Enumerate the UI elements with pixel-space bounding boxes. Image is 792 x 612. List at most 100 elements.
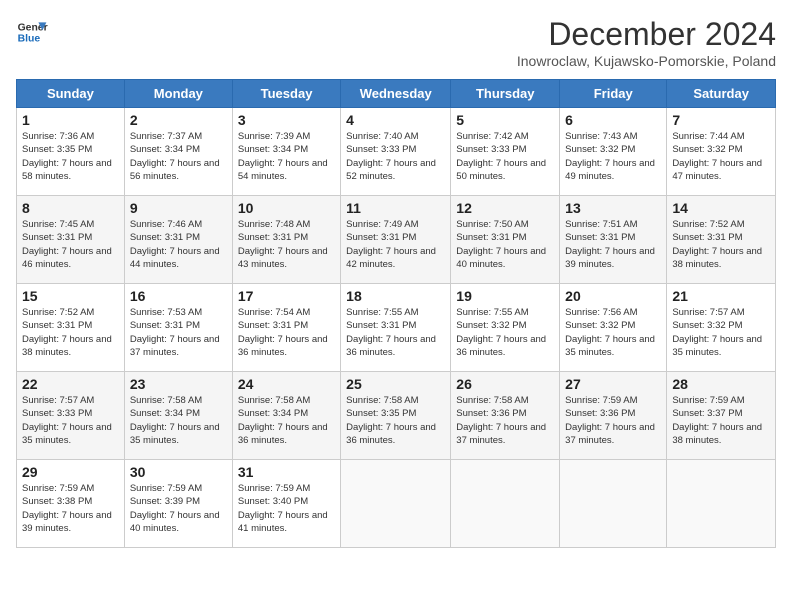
day-info: Sunrise: 7:52 AM Sunset: 3:31 PM Dayligh…	[22, 306, 119, 359]
day-info: Sunrise: 7:49 AM Sunset: 3:31 PM Dayligh…	[346, 218, 445, 271]
calendar-day: 27 Sunrise: 7:59 AM Sunset: 3:36 PM Dayl…	[560, 372, 667, 460]
day-number: 17	[238, 288, 335, 304]
day-info: Sunrise: 7:42 AM Sunset: 3:33 PM Dayligh…	[456, 130, 554, 183]
day-info: Sunrise: 7:44 AM Sunset: 3:32 PM Dayligh…	[672, 130, 770, 183]
day-number: 6	[565, 112, 661, 128]
col-sunday: Sunday	[17, 80, 125, 108]
day-info: Sunrise: 7:51 AM Sunset: 3:31 PM Dayligh…	[565, 218, 661, 271]
day-number: 20	[565, 288, 661, 304]
day-number: 27	[565, 376, 661, 392]
day-info: Sunrise: 7:59 AM Sunset: 3:37 PM Dayligh…	[672, 394, 770, 447]
day-number: 18	[346, 288, 445, 304]
col-wednesday: Wednesday	[341, 80, 451, 108]
calendar-empty-cell	[341, 460, 451, 548]
calendar-day: 24 Sunrise: 7:58 AM Sunset: 3:34 PM Dayl…	[232, 372, 340, 460]
calendar-day: 23 Sunrise: 7:58 AM Sunset: 3:34 PM Dayl…	[124, 372, 232, 460]
day-info: Sunrise: 7:59 AM Sunset: 3:40 PM Dayligh…	[238, 482, 335, 535]
day-number: 2	[130, 112, 227, 128]
day-info: Sunrise: 7:40 AM Sunset: 3:33 PM Dayligh…	[346, 130, 445, 183]
day-info: Sunrise: 7:58 AM Sunset: 3:35 PM Dayligh…	[346, 394, 445, 447]
day-number: 19	[456, 288, 554, 304]
day-number: 12	[456, 200, 554, 216]
day-number: 24	[238, 376, 335, 392]
month-title: December 2024	[517, 16, 776, 53]
calendar-day: 29 Sunrise: 7:59 AM Sunset: 3:38 PM Dayl…	[17, 460, 125, 548]
day-number: 1	[22, 112, 119, 128]
day-number: 11	[346, 200, 445, 216]
day-number: 14	[672, 200, 770, 216]
calendar-day: 16 Sunrise: 7:53 AM Sunset: 3:31 PM Dayl…	[124, 284, 232, 372]
day-info: Sunrise: 7:37 AM Sunset: 3:34 PM Dayligh…	[130, 130, 227, 183]
calendar-day: 6 Sunrise: 7:43 AM Sunset: 3:32 PM Dayli…	[560, 108, 667, 196]
calendar-day: 7 Sunrise: 7:44 AM Sunset: 3:32 PM Dayli…	[667, 108, 776, 196]
calendar-week-row: 15 Sunrise: 7:52 AM Sunset: 3:31 PM Dayl…	[17, 284, 776, 372]
day-number: 15	[22, 288, 119, 304]
calendar-week-row: 8 Sunrise: 7:45 AM Sunset: 3:31 PM Dayli…	[17, 196, 776, 284]
day-number: 29	[22, 464, 119, 480]
day-number: 9	[130, 200, 227, 216]
day-info: Sunrise: 7:58 AM Sunset: 3:36 PM Dayligh…	[456, 394, 554, 447]
calendar-day: 28 Sunrise: 7:59 AM Sunset: 3:37 PM Dayl…	[667, 372, 776, 460]
day-number: 10	[238, 200, 335, 216]
calendar-header-row: Sunday Monday Tuesday Wednesday Thursday…	[17, 80, 776, 108]
day-info: Sunrise: 7:57 AM Sunset: 3:33 PM Dayligh…	[22, 394, 119, 447]
location-subtitle: Inowroclaw, Kujawsko-Pomorskie, Poland	[517, 53, 776, 69]
calendar-day: 13 Sunrise: 7:51 AM Sunset: 3:31 PM Dayl…	[560, 196, 667, 284]
calendar-day: 21 Sunrise: 7:57 AM Sunset: 3:32 PM Dayl…	[667, 284, 776, 372]
title-area: December 2024 Inowroclaw, Kujawsko-Pomor…	[517, 16, 776, 69]
calendar-week-row: 29 Sunrise: 7:59 AM Sunset: 3:38 PM Dayl…	[17, 460, 776, 548]
day-info: Sunrise: 7:58 AM Sunset: 3:34 PM Dayligh…	[238, 394, 335, 447]
calendar-day: 8 Sunrise: 7:45 AM Sunset: 3:31 PM Dayli…	[17, 196, 125, 284]
logo-icon: General Blue	[16, 16, 48, 48]
day-info: Sunrise: 7:54 AM Sunset: 3:31 PM Dayligh…	[238, 306, 335, 359]
day-info: Sunrise: 7:56 AM Sunset: 3:32 PM Dayligh…	[565, 306, 661, 359]
calendar-week-row: 22 Sunrise: 7:57 AM Sunset: 3:33 PM Dayl…	[17, 372, 776, 460]
col-monday: Monday	[124, 80, 232, 108]
day-info: Sunrise: 7:57 AM Sunset: 3:32 PM Dayligh…	[672, 306, 770, 359]
calendar-day: 11 Sunrise: 7:49 AM Sunset: 3:31 PM Dayl…	[341, 196, 451, 284]
calendar-day: 14 Sunrise: 7:52 AM Sunset: 3:31 PM Dayl…	[667, 196, 776, 284]
calendar-day: 3 Sunrise: 7:39 AM Sunset: 3:34 PM Dayli…	[232, 108, 340, 196]
day-info: Sunrise: 7:53 AM Sunset: 3:31 PM Dayligh…	[130, 306, 227, 359]
day-info: Sunrise: 7:52 AM Sunset: 3:31 PM Dayligh…	[672, 218, 770, 271]
calendar-day: 20 Sunrise: 7:56 AM Sunset: 3:32 PM Dayl…	[560, 284, 667, 372]
day-number: 4	[346, 112, 445, 128]
calendar-empty-cell	[560, 460, 667, 548]
logo: General Blue	[16, 16, 48, 48]
day-info: Sunrise: 7:39 AM Sunset: 3:34 PM Dayligh…	[238, 130, 335, 183]
calendar-empty-cell	[451, 460, 560, 548]
day-number: 21	[672, 288, 770, 304]
calendar-week-row: 1 Sunrise: 7:36 AM Sunset: 3:35 PM Dayli…	[17, 108, 776, 196]
calendar-day: 25 Sunrise: 7:58 AM Sunset: 3:35 PM Dayl…	[341, 372, 451, 460]
day-number: 8	[22, 200, 119, 216]
day-info: Sunrise: 7:55 AM Sunset: 3:32 PM Dayligh…	[456, 306, 554, 359]
calendar-day: 12 Sunrise: 7:50 AM Sunset: 3:31 PM Dayl…	[451, 196, 560, 284]
calendar-day: 15 Sunrise: 7:52 AM Sunset: 3:31 PM Dayl…	[17, 284, 125, 372]
day-info: Sunrise: 7:59 AM Sunset: 3:39 PM Dayligh…	[130, 482, 227, 535]
day-number: 22	[22, 376, 119, 392]
calendar-day: 10 Sunrise: 7:48 AM Sunset: 3:31 PM Dayl…	[232, 196, 340, 284]
day-number: 13	[565, 200, 661, 216]
calendar-day: 2 Sunrise: 7:37 AM Sunset: 3:34 PM Dayli…	[124, 108, 232, 196]
calendar-day: 5 Sunrise: 7:42 AM Sunset: 3:33 PM Dayli…	[451, 108, 560, 196]
day-info: Sunrise: 7:50 AM Sunset: 3:31 PM Dayligh…	[456, 218, 554, 271]
calendar-day: 18 Sunrise: 7:55 AM Sunset: 3:31 PM Dayl…	[341, 284, 451, 372]
day-number: 25	[346, 376, 445, 392]
day-info: Sunrise: 7:59 AM Sunset: 3:38 PM Dayligh…	[22, 482, 119, 535]
day-number: 30	[130, 464, 227, 480]
day-info: Sunrise: 7:48 AM Sunset: 3:31 PM Dayligh…	[238, 218, 335, 271]
col-friday: Friday	[560, 80, 667, 108]
calendar-day: 4 Sunrise: 7:40 AM Sunset: 3:33 PM Dayli…	[341, 108, 451, 196]
day-info: Sunrise: 7:45 AM Sunset: 3:31 PM Dayligh…	[22, 218, 119, 271]
calendar-day: 19 Sunrise: 7:55 AM Sunset: 3:32 PM Dayl…	[451, 284, 560, 372]
calendar-day: 30 Sunrise: 7:59 AM Sunset: 3:39 PM Dayl…	[124, 460, 232, 548]
calendar-day: 17 Sunrise: 7:54 AM Sunset: 3:31 PM Dayl…	[232, 284, 340, 372]
col-thursday: Thursday	[451, 80, 560, 108]
day-info: Sunrise: 7:59 AM Sunset: 3:36 PM Dayligh…	[565, 394, 661, 447]
calendar-day: 26 Sunrise: 7:58 AM Sunset: 3:36 PM Dayl…	[451, 372, 560, 460]
day-number: 5	[456, 112, 554, 128]
day-info: Sunrise: 7:46 AM Sunset: 3:31 PM Dayligh…	[130, 218, 227, 271]
calendar-table: Sunday Monday Tuesday Wednesday Thursday…	[16, 79, 776, 548]
day-info: Sunrise: 7:43 AM Sunset: 3:32 PM Dayligh…	[565, 130, 661, 183]
day-number: 31	[238, 464, 335, 480]
